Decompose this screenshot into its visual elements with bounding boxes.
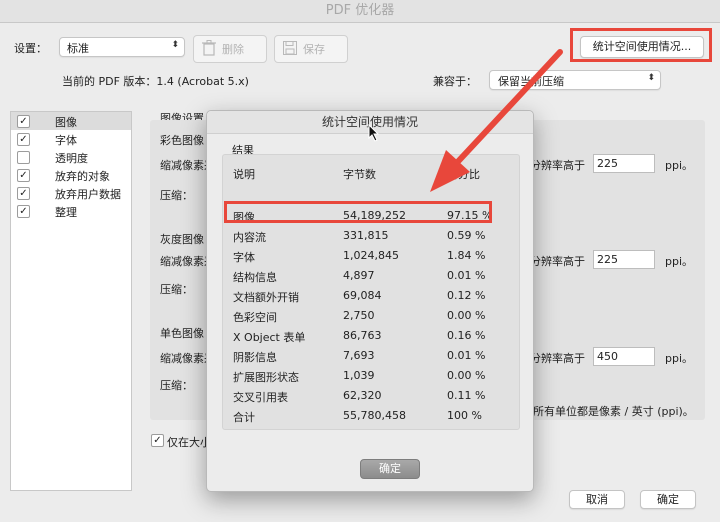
- annotation-arrow-icon: [430, 49, 563, 192]
- mouse-cursor-icon: [368, 124, 380, 142]
- pdf-optimizer-window: PDF 优化器 设置： 标准 ⬍ 删除 保存 统计空间使用情况... 当前的 P…: [0, 0, 720, 522]
